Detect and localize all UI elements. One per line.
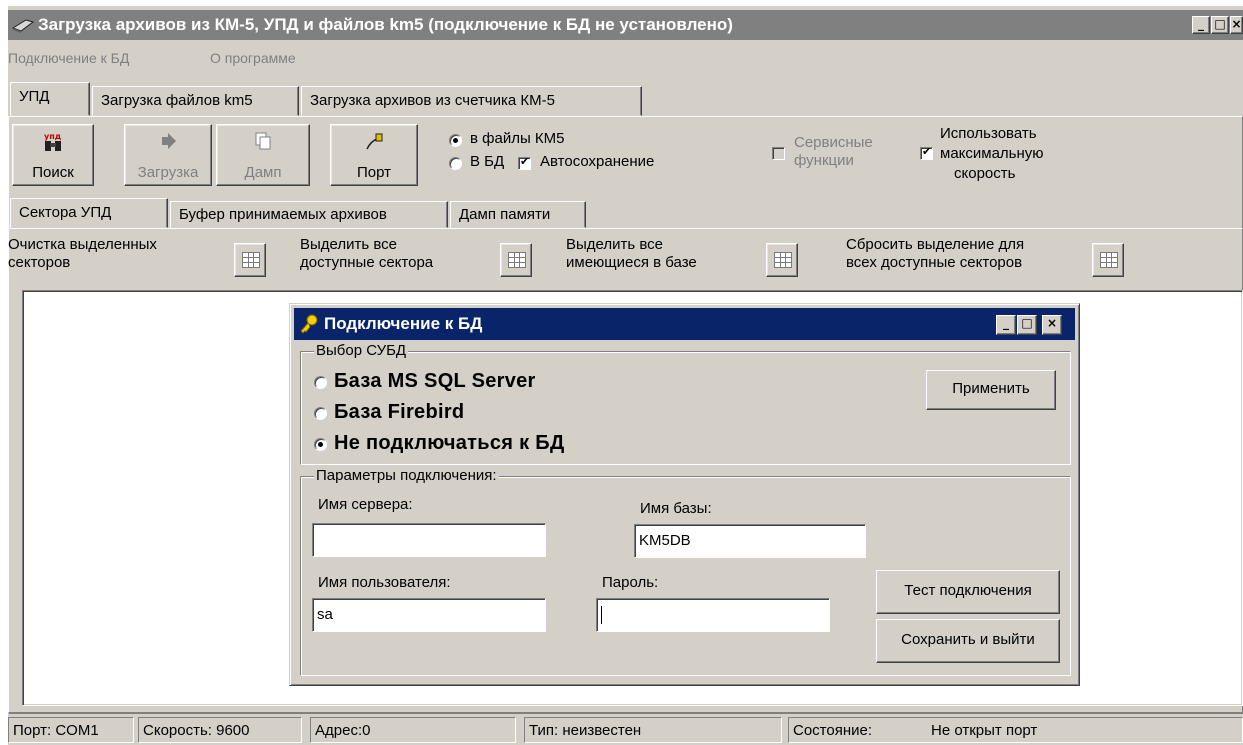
autosave-label: Автосохранение: [540, 153, 655, 170]
dialog-minimize-button[interactable]: _: [996, 315, 1016, 335]
select-in-db-button[interactable]: [766, 243, 798, 277]
reset-selection-line1: Сбросить выделение для: [846, 236, 1025, 253]
minimize-button[interactable]: _: [1192, 16, 1210, 34]
grid-reset-icon: [1100, 252, 1118, 268]
select-in-db-label: Выделить все имеющиеся в базе: [566, 236, 697, 272]
load-button[interactable]: Загрузка: [124, 124, 212, 186]
copy-icon: [253, 131, 273, 155]
tab-archive-buffer[interactable]: Буфер принимаемых архивов: [170, 201, 448, 228]
service-functions-label: Сервисные функции: [794, 134, 873, 170]
radio-to-files-label: в файлы КМ5: [470, 130, 565, 147]
max-speed-label: Использовать максимальную скорость: [940, 124, 1044, 184]
status-speed: Скорость: 9600: [138, 717, 302, 743]
status-bar: Порт: COM1 Скорость: 9600 Адрес:0 Тип: н…: [8, 715, 1243, 745]
dialog-maximize-button[interactable]: □: [1017, 315, 1037, 335]
db-connection-dialog: Подключение к БД _ □ × Выбор СУБД База M…: [289, 303, 1080, 686]
dbms-group-legend: Выбор СУБД: [314, 342, 409, 359]
load-button-label: Загрузка: [137, 164, 199, 181]
db-name-input[interactable]: KM5DB: [634, 524, 866, 558]
search-button[interactable]: упд Поиск: [12, 124, 94, 186]
dump-button-label: Дамп: [244, 164, 282, 181]
menu-about[interactable]: О программе: [210, 50, 296, 66]
select-available-button[interactable]: [500, 243, 532, 277]
app-icon: [11, 16, 35, 34]
close-button[interactable]: ×: [1230, 16, 1243, 34]
status-state-label: Состояние:: [793, 722, 873, 739]
key-icon: [298, 313, 320, 339]
tab-upd[interactable]: УПД: [10, 82, 90, 116]
tab-km5-files[interactable]: Загрузка файлов km5: [92, 86, 299, 116]
status-type: Тип: неизвестен: [524, 717, 782, 743]
params-group-legend: Параметры подключения:: [314, 467, 499, 484]
select-in-db-line1: Выделить все: [566, 236, 664, 253]
radio-mssql-label: База MS SQL Server: [334, 370, 536, 392]
tab-upd-sectors[interactable]: Сектора УПД: [10, 198, 168, 228]
status-port: Порт: COM1: [8, 717, 134, 743]
server-input[interactable]: [312, 523, 546, 557]
status-address: Адрес:0: [310, 717, 516, 743]
max-speed-checkbox[interactable]: [920, 145, 933, 160]
tab-memory-dump[interactable]: Дамп памяти: [450, 201, 586, 228]
user-input[interactable]: sa: [312, 598, 546, 632]
save-exit-button[interactable]: Сохранить и выйти: [876, 619, 1060, 663]
grid-select-icon: [508, 252, 526, 268]
radio-no-db-label: Не подключаться к БД: [334, 432, 565, 454]
maximize-button[interactable]: □: [1211, 16, 1229, 34]
status-state-value: Не открыт порт: [931, 722, 1038, 739]
menu-db-connection[interactable]: Подключение к БД: [8, 50, 129, 66]
radio-to-files[interactable]: [449, 134, 462, 147]
reset-selection-button[interactable]: [1092, 243, 1124, 277]
grid-clear-icon: [242, 252, 260, 268]
clear-selected-button[interactable]: [234, 243, 266, 277]
window-title: Загрузка архивов из КМ-5, УПД и файлов k…: [38, 15, 733, 34]
autosave-checkbox[interactable]: [518, 155, 531, 170]
plug-icon: [363, 131, 385, 157]
radio-firebird[interactable]: [314, 407, 327, 420]
arrow-right-icon: [158, 131, 178, 155]
dialog-title: Подключение к БД: [324, 314, 483, 333]
port-button-label: Порт: [356, 164, 391, 181]
test-connection-button[interactable]: Тест подключения: [876, 570, 1060, 614]
radio-firebird-label: База Firebird: [334, 401, 465, 423]
apply-button[interactable]: Применить: [926, 370, 1056, 410]
search-button-label: Поиск: [32, 164, 74, 181]
tab-km5-archives[interactable]: Загрузка архивов из счетчика КМ-5: [301, 86, 642, 116]
maxspeed-label-line3: скорость: [954, 165, 1016, 182]
service-label-line2: функции: [794, 152, 854, 169]
maxspeed-label-line2: максимальную: [940, 145, 1044, 162]
search-icon: упд: [42, 131, 64, 159]
title-bar: Загрузка архивов из КМ-5, УПД и файлов k…: [8, 10, 1243, 40]
grid-db-icon: [774, 252, 792, 268]
clear-selected-line1: Очистка выделенных: [8, 236, 157, 253]
password-input[interactable]: [596, 598, 830, 632]
clear-selected-line2: секторов: [8, 254, 71, 271]
dialog-close-button[interactable]: ×: [1042, 315, 1062, 335]
radio-mssql[interactable]: [314, 376, 327, 389]
port-button[interactable]: Порт: [330, 124, 418, 186]
user-label: Имя пользователя:: [318, 574, 451, 591]
radio-no-db[interactable]: [314, 438, 327, 451]
select-available-line1: Выделить все: [300, 236, 398, 253]
status-state: Состояние: Не открыт порт: [788, 717, 1243, 743]
reset-selection-label: Сбросить выделение для всех доступные се…: [846, 236, 1024, 272]
dump-button[interactable]: Дамп: [216, 124, 310, 186]
select-available-line2: доступные сектора: [300, 254, 434, 271]
dialog-title-bar: Подключение к БД _ □ ×: [294, 308, 1075, 340]
maxspeed-label-line1: Использовать: [940, 125, 1037, 142]
radio-to-db-label: В БД: [470, 153, 505, 170]
service-label-line1: Сервисные: [794, 134, 873, 151]
svg-text:упд: упд: [44, 132, 62, 141]
server-label: Имя сервера:: [318, 496, 413, 513]
select-available-label: Выделить все доступные сектора: [300, 236, 433, 272]
text-cursor: [601, 606, 602, 624]
radio-to-db[interactable]: [449, 157, 462, 170]
service-functions-checkbox[interactable]: [772, 147, 785, 160]
password-label: Пароль:: [602, 574, 659, 591]
reset-selection-line2: всех доступные секторов: [846, 254, 1023, 271]
clear-selected-label: Очистка выделенных секторов: [8, 236, 157, 272]
menu-bar: Подключение к БД О программе: [8, 44, 1243, 72]
db-name-label: Имя базы:: [640, 500, 712, 517]
select-in-db-line2: имеющиеся в базе: [566, 254, 697, 271]
